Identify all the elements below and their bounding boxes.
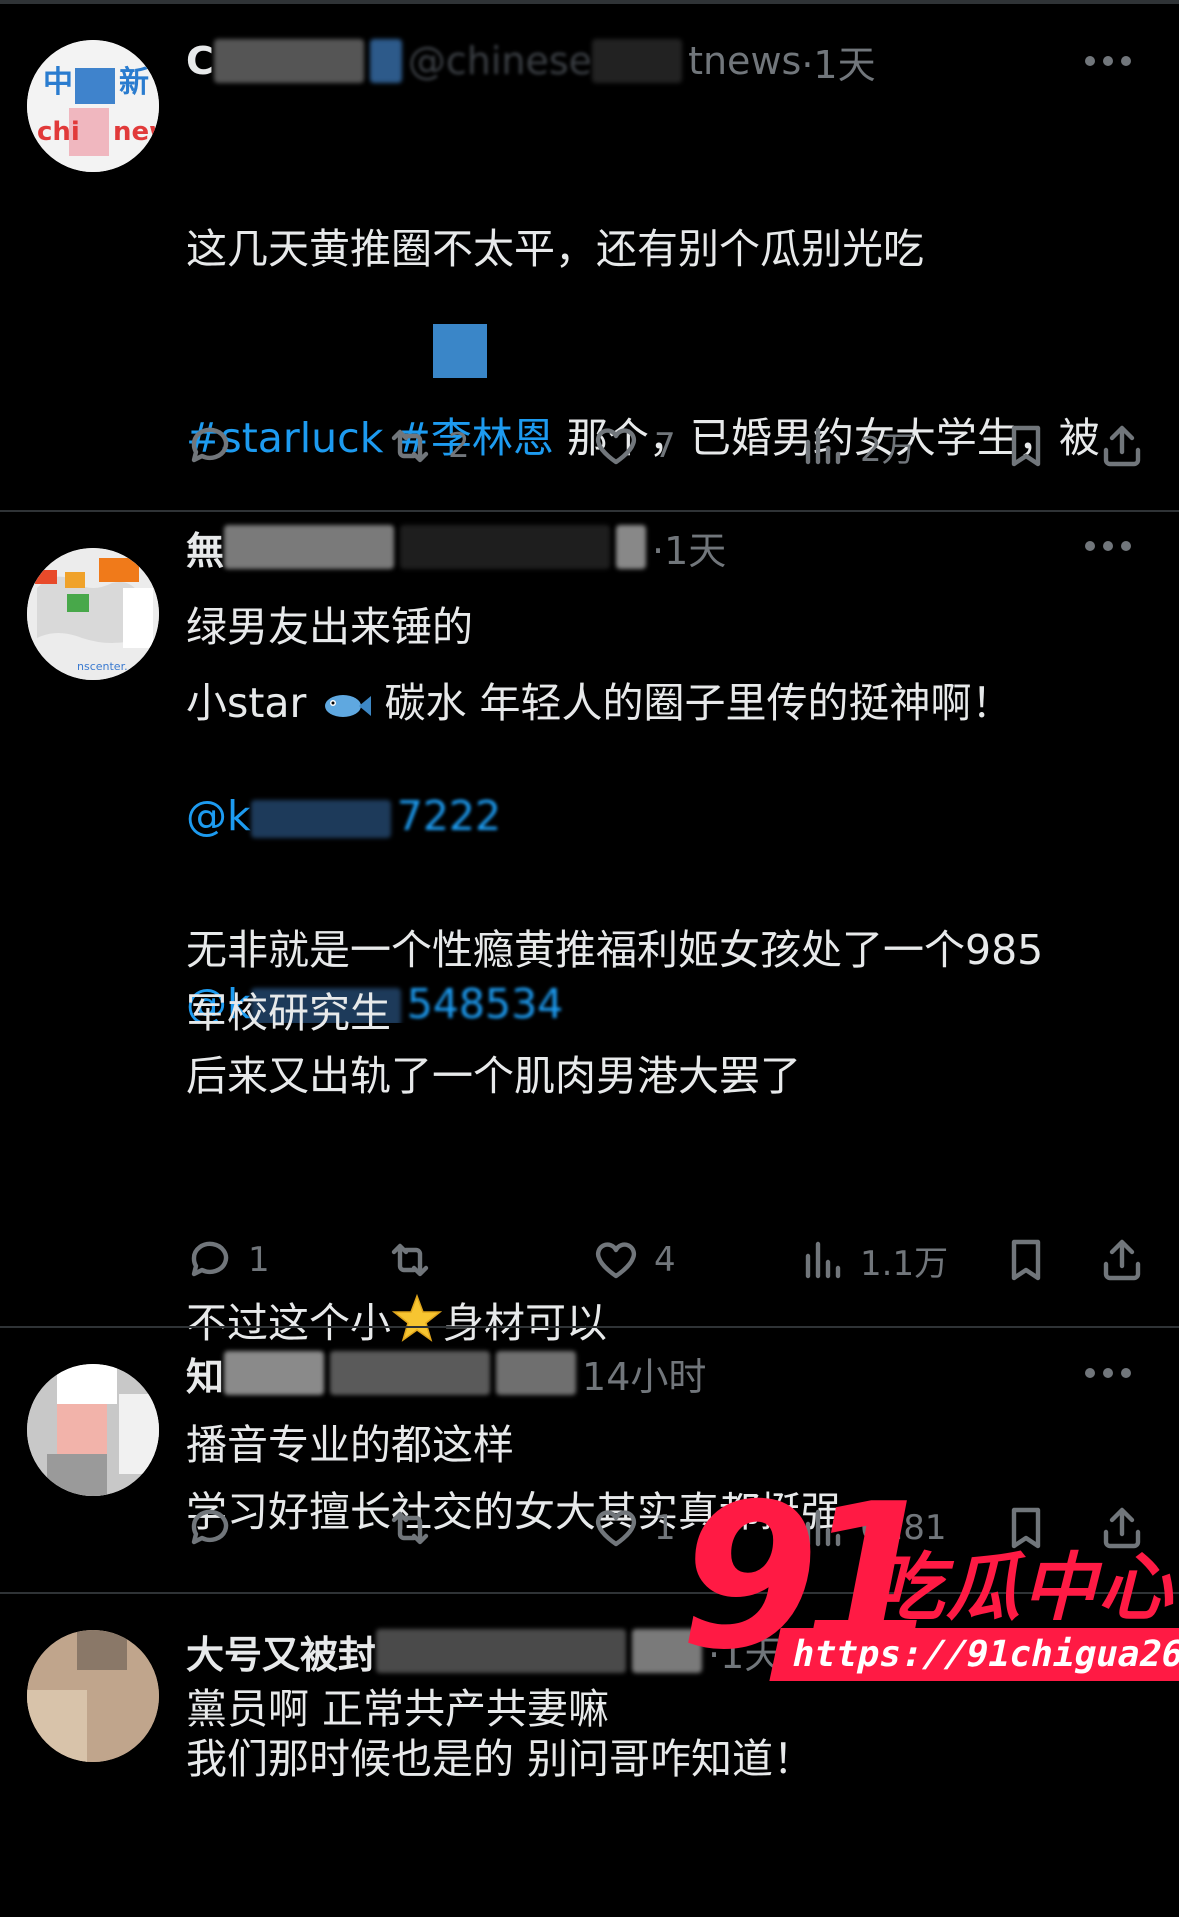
- avatar[interactable]: 中 新 chi new: [27, 40, 159, 172]
- dot-icon: [1103, 56, 1113, 66]
- watermark-url: https://91chigua26.com: [769, 1628, 1179, 1681]
- redacted-verified-badge: [369, 39, 402, 83]
- redacted-handle: [496, 1351, 577, 1395]
- more-options-button[interactable]: [1085, 1366, 1131, 1380]
- reply-icon: [191, 1241, 229, 1277]
- redacted-handle: [376, 1629, 627, 1673]
- like-button[interactable]: 4: [592, 1232, 676, 1288]
- tweet-1[interactable]: 中 新 chi new C @chinese tnews ·1天 这几天黄推圈不…: [0, 0, 1179, 1023]
- retweet-button[interactable]: 2: [386, 418, 470, 474]
- retweet-icon: [391, 1511, 429, 1545]
- avatar-map-image: nscenter.: [27, 548, 159, 680]
- like-button[interactable]: 1: [592, 1500, 676, 1556]
- share-icon: [1103, 425, 1141, 467]
- avatar-photo-image: [27, 1630, 159, 1762]
- retweet-button[interactable]: [386, 1232, 448, 1288]
- action-bar: 2 7 2万: [186, 418, 1146, 474]
- handle-fragment[interactable]: @chinese: [408, 39, 592, 83]
- reply-icon: [191, 1509, 229, 1545]
- retweet-icon: [391, 429, 429, 463]
- text-line: 小star 碳水 年轻人的圈子里传的挺神啊！: [186, 672, 1149, 735]
- reply-button[interactable]: [186, 418, 248, 474]
- svg-text:chi: chi: [37, 117, 80, 147]
- bookmark-icon: [1011, 425, 1041, 467]
- dot-icon: [1121, 56, 1131, 66]
- like-count: 4: [654, 1240, 676, 1280]
- dot-icon: [1121, 1368, 1131, 1378]
- watermark-name: 吃瓜中心: [870, 1545, 1174, 1631]
- redacted-author-name: [213, 39, 364, 83]
- fish-icon: [325, 695, 372, 717]
- share-button[interactable]: [1098, 418, 1146, 474]
- heart-icon: [595, 1242, 637, 1279]
- author-name-initial[interactable]: 知: [186, 1346, 224, 1401]
- timestamp[interactable]: ·1天: [801, 34, 875, 89]
- author-name[interactable]: 大号又被封: [186, 1624, 376, 1679]
- heart-icon: [595, 428, 637, 465]
- avatar-logo-image: 中 新 chi new: [27, 40, 159, 172]
- share-icon: [1103, 1239, 1141, 1281]
- bookmark-button[interactable]: [1002, 1232, 1050, 1288]
- text-fragment: 小star: [186, 679, 307, 727]
- reply-button[interactable]: 1: [186, 1232, 270, 1288]
- svg-text:new: new: [113, 117, 159, 147]
- reply-icon: [191, 427, 229, 463]
- timestamp[interactable]: 14小时: [582, 1346, 706, 1401]
- views-button[interactable]: 2万: [798, 418, 916, 474]
- reply-button[interactable]: [186, 1500, 248, 1556]
- text-line: 这几天黄推圈不太平，还有别个瓜别光吃: [186, 225, 924, 273]
- like-count: 7: [654, 426, 676, 466]
- dot-icon: [1085, 56, 1095, 66]
- views-button[interactable]: 1.1万: [798, 1232, 948, 1288]
- text-paragraph: 无非就是一个性瘾黄推福利姬女孩处了一个985 军校研究生 后来又出轨了一个肌肉男…: [186, 926, 1044, 1100]
- svg-text:中: 中: [43, 65, 73, 100]
- tweet-header: C @chinese tnews ·1天: [186, 34, 876, 89]
- bookmark-button[interactable]: [1002, 418, 1050, 474]
- retweet-button[interactable]: [386, 1500, 448, 1556]
- svg-text:nscenter.: nscenter.: [77, 660, 128, 673]
- avatar[interactable]: nscenter.: [27, 548, 159, 680]
- action-bar: 1 4 1.1万: [186, 1232, 1146, 1288]
- analytics-icon: [805, 1241, 841, 1279]
- dot-icon: [1103, 1368, 1113, 1378]
- redaction-block: [433, 324, 487, 378]
- author-name-initial[interactable]: C: [186, 39, 214, 83]
- svg-text:新: 新: [119, 65, 149, 100]
- tweet-text: 播音专业的都这样: [186, 1421, 514, 1469]
- redacted-handle: [592, 39, 683, 83]
- share-button[interactable]: [1098, 1232, 1146, 1288]
- tweet-header: 知 14小时: [186, 1346, 706, 1401]
- more-options-button[interactable]: [1085, 54, 1131, 68]
- reply-count: 1: [248, 1240, 270, 1280]
- tweet-2[interactable]: nscenter. 無 ·1天 小star 碳水 年轻人的圈子里传的挺神啊！ 无…: [0, 512, 1179, 1783]
- view-count: 1.1万: [860, 1243, 949, 1284]
- analytics-icon: [805, 427, 841, 465]
- view-count: 2万: [860, 429, 916, 470]
- redacted-author-name: [224, 1351, 325, 1395]
- handle-tail[interactable]: tnews: [688, 39, 801, 83]
- retweet-count: 2: [448, 426, 470, 466]
- heart-icon: [595, 1510, 637, 1547]
- bookmark-icon: [1011, 1239, 1041, 1281]
- dot-icon: [1085, 1368, 1095, 1378]
- avatar-photo-image: [27, 1364, 159, 1496]
- text-fragment: 碳水 年轻人的圈子里传的挺神啊！: [384, 679, 1013, 727]
- avatar[interactable]: [27, 1364, 159, 1496]
- site-watermark: 91 吃瓜中心 https://91chigua26.com: [670, 1478, 1179, 1708]
- redacted-handle: [330, 1351, 491, 1395]
- retweet-icon: [391, 1243, 429, 1277]
- like-button[interactable]: 7: [592, 418, 676, 474]
- avatar[interactable]: [27, 1630, 159, 1762]
